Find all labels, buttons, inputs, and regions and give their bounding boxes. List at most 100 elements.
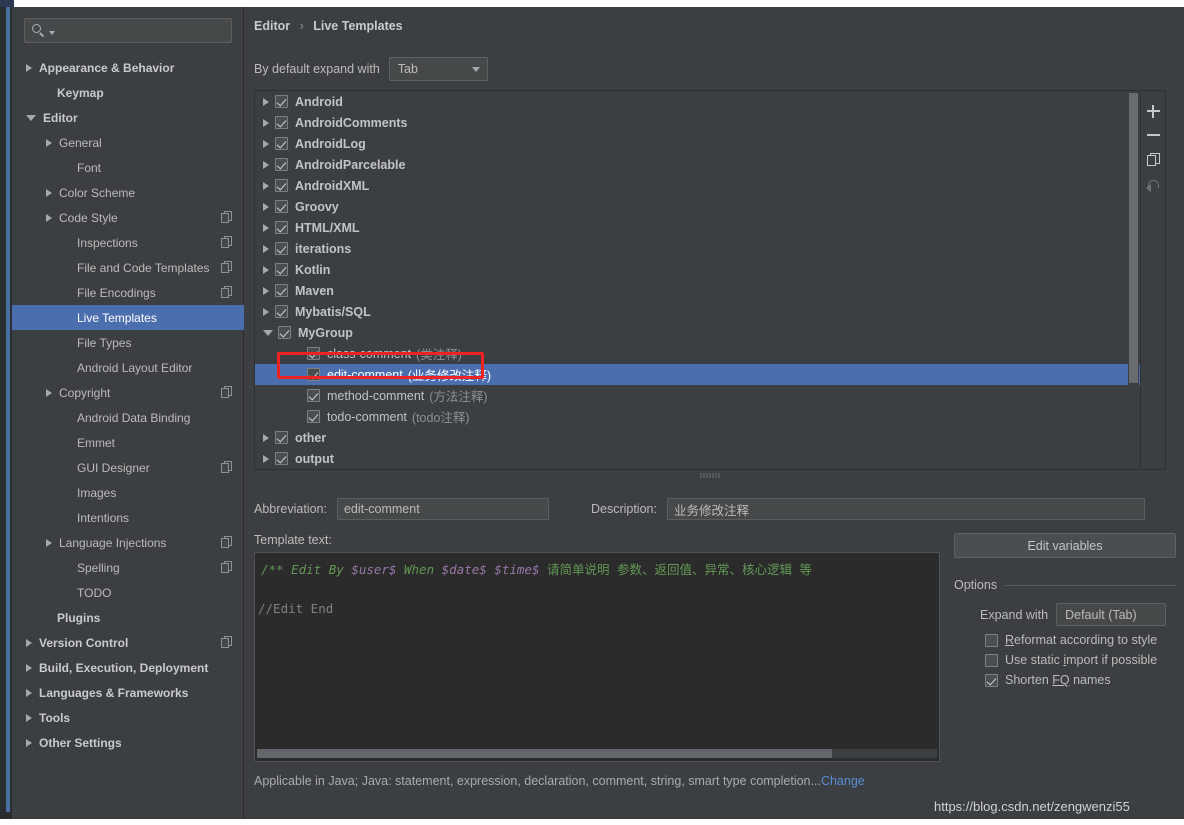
sidebar-item-emmet[interactable]: Emmet bbox=[12, 430, 244, 455]
template-list-row[interactable]: Groovy bbox=[255, 196, 1141, 217]
sidebar-item-android-data-binding[interactable]: Android Data Binding bbox=[12, 405, 244, 430]
template-enabled-checkbox[interactable] bbox=[275, 263, 288, 276]
chevron-right-icon[interactable] bbox=[263, 265, 269, 274]
chevron-right-icon[interactable] bbox=[263, 223, 269, 232]
chevron-right-icon[interactable] bbox=[263, 139, 269, 148]
sidebar-item-color-scheme[interactable]: Color Scheme bbox=[12, 180, 244, 205]
chevron-down-icon[interactable] bbox=[49, 30, 55, 35]
template-enabled-checkbox[interactable] bbox=[275, 431, 288, 444]
chevron-right-icon[interactable] bbox=[263, 118, 269, 127]
sidebar-item-file-types[interactable]: File Types bbox=[12, 330, 244, 355]
template-list-row[interactable]: method-comment (方法注释) bbox=[255, 385, 1141, 406]
chevron-right-icon[interactable] bbox=[26, 663, 32, 672]
sidebar-item-file-and-code-templates[interactable]: File and Code Templates bbox=[12, 255, 244, 280]
template-list-row[interactable]: Maven bbox=[255, 280, 1141, 301]
sidebar-item-language-injections[interactable]: Language Injections bbox=[12, 530, 244, 555]
template-enabled-checkbox[interactable] bbox=[275, 179, 288, 192]
template-list-row[interactable]: AndroidParcelable bbox=[255, 154, 1141, 175]
template-list-row[interactable]: AndroidLog bbox=[255, 133, 1141, 154]
template-list-row[interactable]: class-comment (类注释) bbox=[255, 343, 1141, 364]
chevron-right-icon[interactable] bbox=[46, 213, 52, 222]
template-enabled-checkbox[interactable] bbox=[275, 452, 288, 465]
chevron-right-icon[interactable] bbox=[26, 688, 32, 697]
chevron-right-icon[interactable] bbox=[263, 433, 269, 442]
chevron-right-icon[interactable] bbox=[263, 307, 269, 316]
chevron-right-icon[interactable] bbox=[263, 454, 269, 463]
chevron-right-icon[interactable] bbox=[26, 713, 32, 722]
chevron-right-icon[interactable] bbox=[263, 181, 269, 190]
chevron-right-icon[interactable] bbox=[263, 160, 269, 169]
template-list-row[interactable]: Mybatis/SQL bbox=[255, 301, 1141, 322]
chevron-right-icon[interactable] bbox=[46, 388, 52, 397]
template-list-row[interactable]: Kotlin bbox=[255, 259, 1141, 280]
sidebar-item-spelling[interactable]: Spelling bbox=[12, 555, 244, 580]
template-enabled-checkbox[interactable] bbox=[307, 347, 320, 360]
chevron-right-icon[interactable] bbox=[46, 538, 52, 547]
sidebar-item-font[interactable]: Font bbox=[12, 155, 244, 180]
template-enabled-checkbox[interactable] bbox=[307, 368, 320, 381]
shorten-fq-checkbox[interactable] bbox=[985, 673, 998, 687]
chevron-right-icon[interactable] bbox=[263, 97, 269, 106]
template-enabled-checkbox[interactable] bbox=[275, 95, 288, 108]
search-box[interactable] bbox=[24, 18, 232, 43]
sidebar-item-editor[interactable]: Editor bbox=[12, 105, 244, 130]
chevron-right-icon[interactable] bbox=[26, 63, 32, 72]
abbreviation-input[interactable]: edit-comment bbox=[336, 498, 549, 520]
search-input[interactable] bbox=[59, 22, 219, 39]
template-list-row[interactable]: HTML/XML bbox=[255, 217, 1141, 238]
use-static-import-option[interactable]: Use static import if possible bbox=[985, 653, 1157, 667]
sidebar-item-android-layout-editor[interactable]: Android Layout Editor bbox=[12, 355, 244, 380]
sidebar-item-inspections[interactable]: Inspections bbox=[12, 230, 244, 255]
sidebar-item-images[interactable]: Images bbox=[12, 480, 244, 505]
chevron-down-icon[interactable] bbox=[26, 114, 36, 121]
chevron-down-icon[interactable] bbox=[263, 330, 273, 336]
change-context-link[interactable]: Change bbox=[821, 774, 865, 788]
chevron-right-icon[interactable] bbox=[263, 244, 269, 253]
breadcrumb-root[interactable]: Editor bbox=[254, 19, 290, 33]
duplicate-template-button[interactable] bbox=[1142, 147, 1164, 171]
reformat-checkbox[interactable] bbox=[985, 633, 998, 647]
sidebar-item-build-execution-deployment[interactable]: Build, Execution, Deployment bbox=[12, 655, 244, 680]
sidebar-item-plugins[interactable]: Plugins bbox=[12, 605, 244, 630]
chevron-right-icon[interactable] bbox=[46, 188, 52, 197]
sidebar-item-other-settings[interactable]: Other Settings bbox=[12, 730, 244, 755]
sidebar-item-todo[interactable]: TODO bbox=[12, 580, 244, 605]
template-enabled-checkbox[interactable] bbox=[275, 305, 288, 318]
shorten-fq-names-option[interactable]: Shorten FQ names bbox=[985, 673, 1111, 687]
remove-template-button[interactable] bbox=[1142, 123, 1164, 147]
panel-splitter[interactable] bbox=[254, 471, 1166, 480]
sidebar-item-tools[interactable]: Tools bbox=[12, 705, 244, 730]
template-text-editor[interactable]: /** Edit By $user$ When $date$ $time$ 请简… bbox=[254, 552, 940, 762]
template-enabled-checkbox[interactable] bbox=[275, 221, 288, 234]
sidebar-item-appearance-behavior[interactable]: Appearance & Behavior bbox=[12, 55, 244, 80]
static-import-checkbox[interactable] bbox=[985, 653, 998, 667]
sidebar-item-languages-frameworks[interactable]: Languages & Frameworks bbox=[12, 680, 244, 705]
add-template-button[interactable] bbox=[1142, 99, 1164, 123]
template-enabled-checkbox[interactable] bbox=[275, 242, 288, 255]
sidebar-item-intentions[interactable]: Intentions bbox=[12, 505, 244, 530]
template-enabled-checkbox[interactable] bbox=[275, 200, 288, 213]
sidebar-item-general[interactable]: General bbox=[12, 130, 244, 155]
sidebar-item-code-style[interactable]: Code Style bbox=[12, 205, 244, 230]
chevron-right-icon[interactable] bbox=[26, 738, 32, 747]
template-enabled-checkbox[interactable] bbox=[275, 116, 288, 129]
sidebar-item-file-encodings[interactable]: File Encodings bbox=[12, 280, 244, 305]
template-list-row[interactable]: AndroidComments bbox=[255, 112, 1141, 133]
template-enabled-checkbox[interactable] bbox=[275, 158, 288, 171]
sidebar-item-gui-designer[interactable]: GUI Designer bbox=[12, 455, 244, 480]
code-hscrollbar-thumb[interactable] bbox=[257, 749, 832, 758]
description-input[interactable]: 业务修改注释 bbox=[666, 498, 1145, 520]
expand-with-select[interactable]: Default (Tab) bbox=[1056, 603, 1167, 626]
template-enabled-checkbox[interactable] bbox=[275, 137, 288, 150]
sidebar-item-live-templates[interactable]: Live Templates bbox=[12, 305, 244, 330]
template-list-row[interactable]: output bbox=[255, 448, 1141, 469]
live-templates-list[interactable]: Android AndroidComments AndroidLog AndroidP… bbox=[255, 91, 1141, 469]
chevron-right-icon[interactable] bbox=[26, 638, 32, 647]
template-list-row[interactable]: edit-comment (业务修改注释) bbox=[255, 364, 1141, 385]
template-enabled-checkbox[interactable] bbox=[307, 389, 320, 402]
template-list-row[interactable]: todo-comment (todo注释) bbox=[255, 406, 1141, 427]
sidebar-item-version-control[interactable]: Version Control bbox=[12, 630, 244, 655]
sidebar-item-copyright[interactable]: Copyright bbox=[12, 380, 244, 405]
edit-variables-button[interactable]: Edit variables bbox=[954, 533, 1176, 558]
template-list-row[interactable]: iterations bbox=[255, 238, 1141, 259]
